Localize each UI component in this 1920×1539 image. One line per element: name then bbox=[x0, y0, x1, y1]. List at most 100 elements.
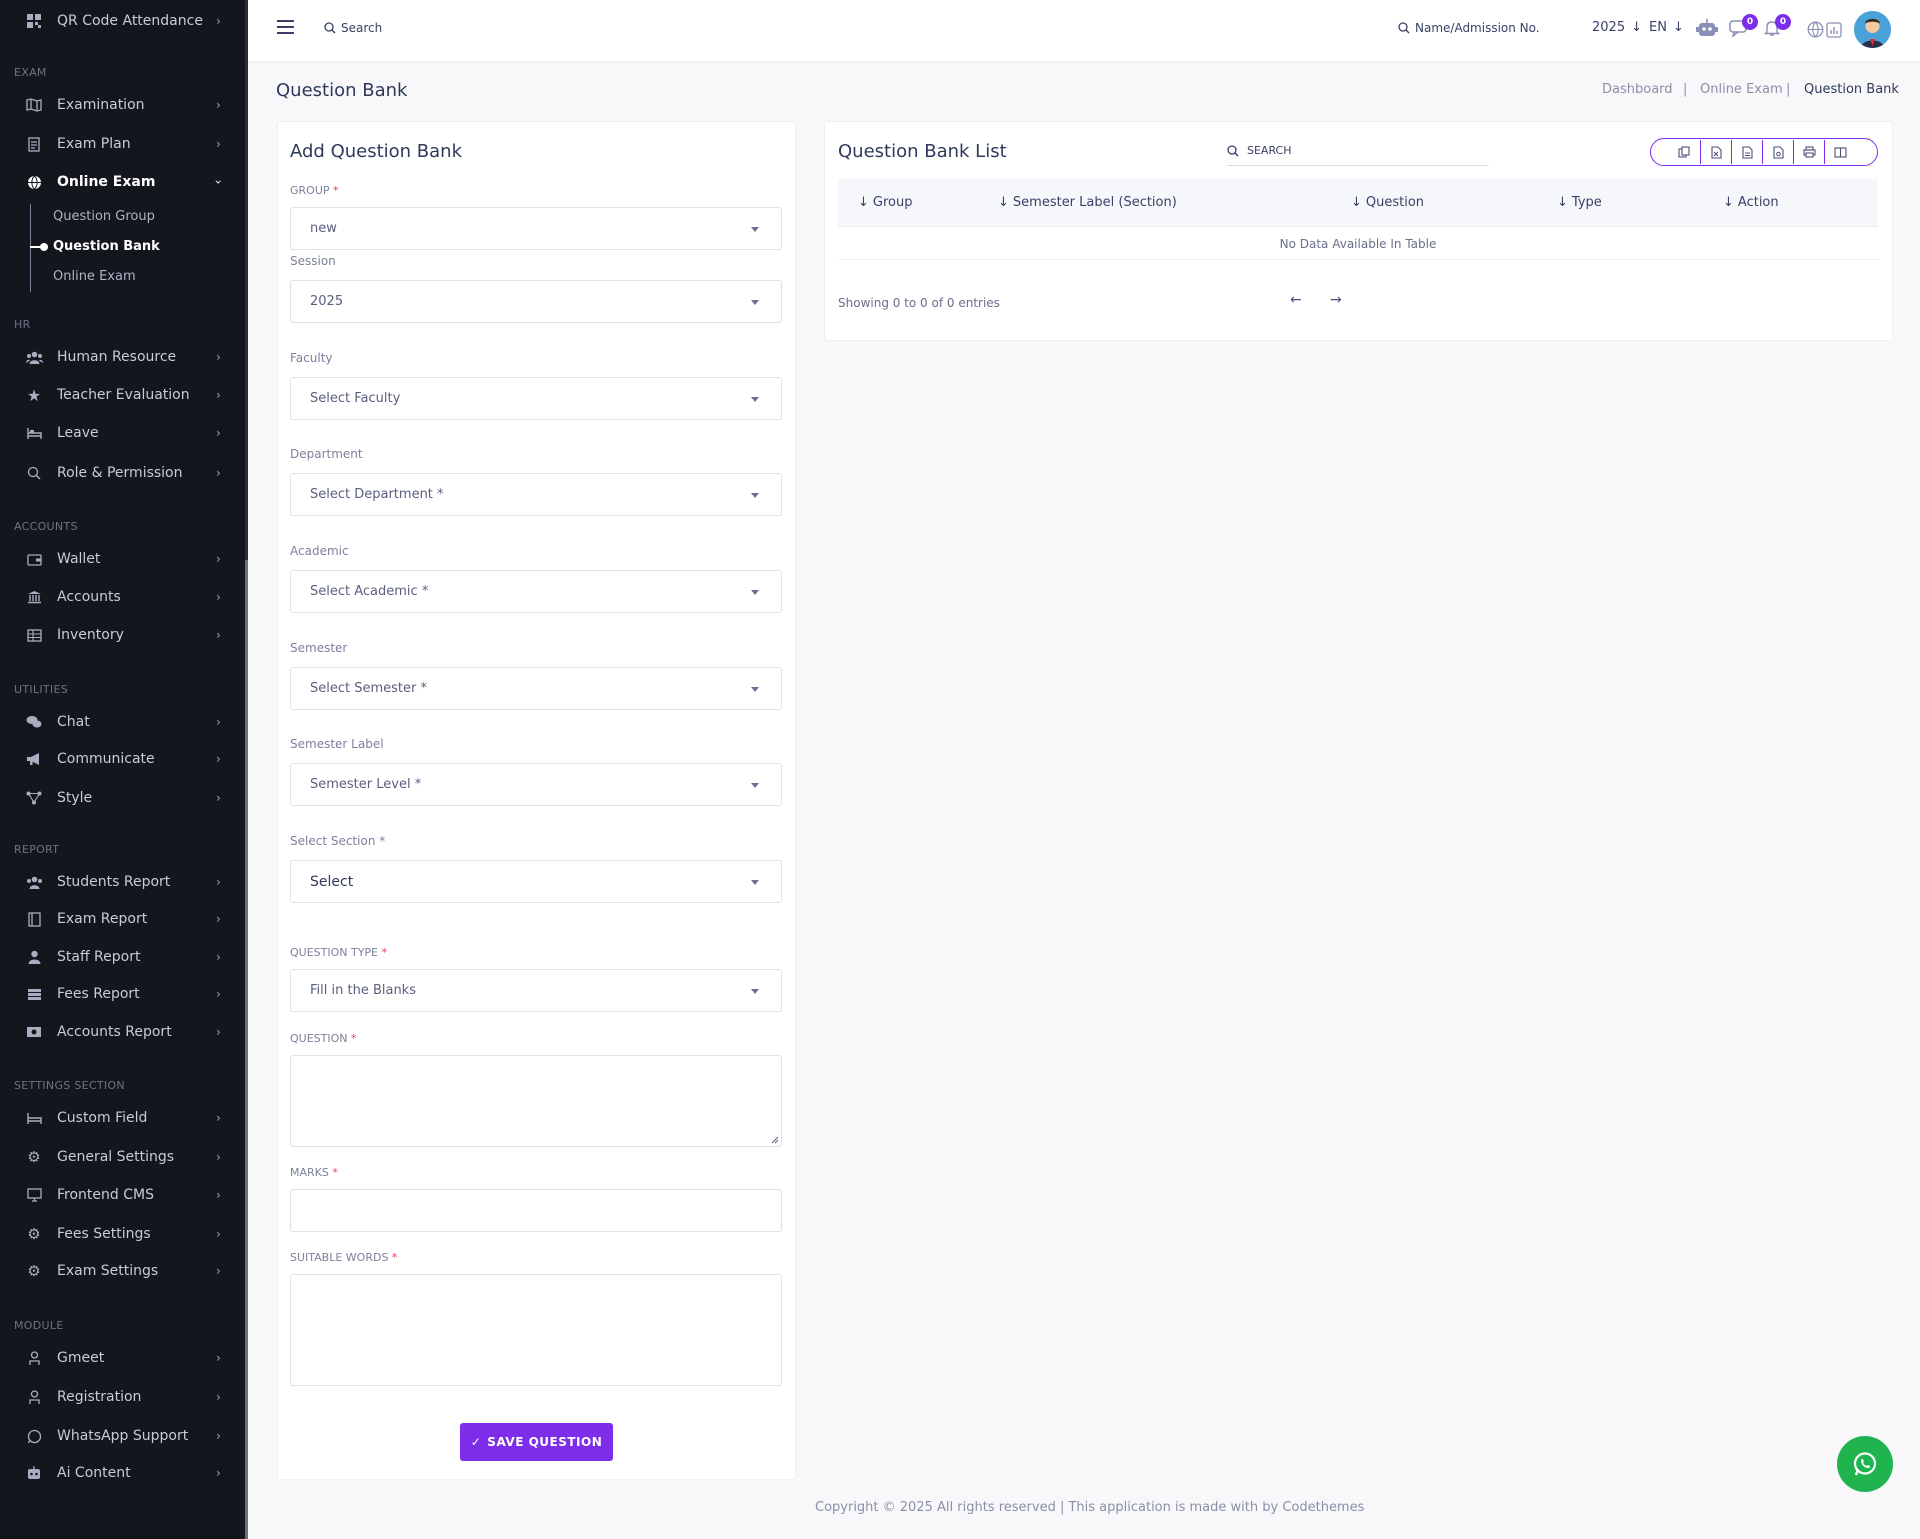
sidebar-item-custom-field[interactable]: Custom Field › bbox=[0, 1103, 245, 1133]
ai-robot-icon[interactable] bbox=[1696, 18, 1718, 38]
book-icon bbox=[25, 910, 43, 928]
resize-handle-icon[interactable] bbox=[771, 1136, 779, 1144]
sidebar-item-communicate[interactable]: Communicate › bbox=[0, 744, 245, 774]
caret-down-icon bbox=[751, 493, 759, 498]
year-selector[interactable]: 2025 ↓ bbox=[1592, 20, 1642, 35]
csv-icon[interactable] bbox=[1731, 140, 1762, 164]
avatar[interactable] bbox=[1854, 11, 1891, 48]
semester-select-value: Select Semester * bbox=[310, 681, 427, 696]
hamburger-menu-icon[interactable] bbox=[277, 20, 294, 34]
chevron-right-icon: › bbox=[216, 715, 221, 729]
sidebar-item-role-permission[interactable]: Role & Permission › bbox=[0, 458, 245, 488]
copy-icon[interactable] bbox=[1668, 140, 1699, 164]
sidebar-item-chat[interactable]: Chat › bbox=[0, 707, 245, 737]
question-type-select[interactable]: Fill in the Blanks bbox=[290, 969, 782, 1012]
group-select[interactable]: new bbox=[290, 207, 782, 250]
globe-icon[interactable] bbox=[1807, 21, 1824, 38]
language-selector[interactable]: EN ↓ bbox=[1649, 20, 1684, 35]
save-question-button[interactable]: ✓ SAVE QUESTION bbox=[460, 1423, 613, 1461]
sidebar-item-fees-report[interactable]: Fees Report › bbox=[0, 979, 245, 1009]
sidebar-item-whatsapp-support[interactable]: WhatsApp Support › bbox=[0, 1421, 245, 1451]
whatsapp-chat-button[interactable] bbox=[1837, 1436, 1893, 1492]
sidebar-item-general-settings[interactable]: ⚙ General Settings › bbox=[0, 1142, 245, 1172]
save-question-label: SAVE QUESTION bbox=[487, 1435, 603, 1449]
pagination-previous-icon[interactable]: ← bbox=[1290, 292, 1302, 308]
list-icon bbox=[25, 985, 43, 1003]
department-select[interactable]: Select Department * bbox=[290, 473, 782, 516]
whatsapp-icon bbox=[1851, 1450, 1879, 1478]
faculty-select[interactable]: Select Faculty bbox=[290, 377, 782, 420]
section-label: Select Section * bbox=[290, 834, 386, 848]
student-search[interactable]: Name/Admission No. bbox=[1398, 21, 1540, 35]
section-select[interactable]: Select bbox=[290, 860, 782, 903]
sidebar-subitem-question-group[interactable]: Question Group bbox=[53, 209, 155, 224]
empty-table-text: No Data Available In Table bbox=[1279, 236, 1437, 251]
sidebar-item-accounts[interactable]: Accounts › bbox=[0, 582, 245, 612]
sidebar-item-leave[interactable]: Leave › bbox=[0, 418, 245, 448]
sidebar-item-qr-code-attendance[interactable]: QR Code Attendance › bbox=[0, 6, 245, 36]
sidebar-subitem-question-bank[interactable]: Question Bank bbox=[53, 239, 160, 254]
sidebar-item-staff-report[interactable]: Staff Report › bbox=[0, 942, 245, 972]
star-icon: ★ bbox=[26, 385, 42, 405]
column-header-semester-label[interactable]: ↓ Semester Label (Section) bbox=[998, 195, 1177, 210]
sidebar-item-registration[interactable]: Registration › bbox=[0, 1382, 245, 1412]
pagination-next-icon[interactable]: → bbox=[1330, 292, 1342, 308]
sort-arrow-icon: ↓ bbox=[1723, 195, 1734, 210]
sidebar-item-wallet[interactable]: Wallet › bbox=[0, 544, 245, 574]
column-header-action[interactable]: ↓ Action bbox=[1723, 195, 1779, 210]
column-header-question[interactable]: ↓ Question bbox=[1351, 195, 1424, 210]
analytics-icon[interactable] bbox=[1826, 22, 1842, 38]
print-icon[interactable] bbox=[1793, 140, 1824, 164]
question-textarea[interactable] bbox=[290, 1055, 782, 1147]
breadcrumb-online-exam[interactable]: Online Exam bbox=[1700, 82, 1783, 97]
semester-label-select-value: Semester Level * bbox=[310, 777, 422, 792]
column-header-type[interactable]: ↓ Type bbox=[1557, 195, 1602, 210]
semester-select[interactable]: Select Semester * bbox=[290, 667, 782, 710]
sidebar-scrollbar-thumb[interactable] bbox=[245, 560, 248, 1539]
question-type-label: QUESTION TYPE * bbox=[290, 946, 387, 959]
academic-label: Academic bbox=[290, 544, 349, 558]
marks-input[interactable] bbox=[290, 1189, 782, 1232]
sidebar-item-examination[interactable]: Examination › bbox=[0, 90, 245, 120]
sidebar-item-online-exam[interactable]: Online Exam › bbox=[0, 167, 245, 197]
academic-select[interactable]: Select Academic * bbox=[290, 570, 782, 613]
session-select[interactable]: 2025 bbox=[290, 280, 782, 323]
sidebar-item-accounts-report[interactable]: Accounts Report › bbox=[0, 1017, 245, 1047]
sidebar-item-teacher-evaluation[interactable]: ★ Teacher Evaluation › bbox=[0, 380, 245, 410]
sidebar-item-style[interactable]: Style › bbox=[0, 783, 245, 813]
sidebar-item-exam-report[interactable]: Exam Report › bbox=[0, 904, 245, 934]
sidebar-item-exam-settings[interactable]: ⚙ Exam Settings › bbox=[0, 1256, 245, 1286]
sidebar-item-label: Staff Report bbox=[57, 949, 141, 965]
sidebar-item-gmeet[interactable]: Gmeet › bbox=[0, 1343, 245, 1373]
sidebar-item-exam-plan[interactable]: Exam Plan › bbox=[0, 129, 245, 159]
semester-label-select[interactable]: Semester Level * bbox=[290, 763, 782, 806]
session-select-value: 2025 bbox=[310, 294, 344, 309]
sidebar-subitem-online-exam[interactable]: Online Exam bbox=[53, 269, 136, 284]
suitable-words-textarea[interactable] bbox=[290, 1274, 782, 1386]
search-icon bbox=[1398, 22, 1410, 34]
chevron-right-icon: › bbox=[216, 1351, 221, 1365]
question-type-label-text: QUESTION TYPE bbox=[290, 946, 379, 959]
columns-icon[interactable] bbox=[1824, 140, 1855, 164]
pdf-icon[interactable] bbox=[1762, 140, 1793, 164]
sidebar-section-report: REPORT bbox=[14, 843, 60, 856]
chevron-right-icon: › bbox=[216, 426, 221, 440]
sidebar-item-inventory[interactable]: Inventory › bbox=[0, 620, 245, 650]
excel-icon[interactable] bbox=[1700, 140, 1731, 164]
sidebar-item-label: QR Code Attendance bbox=[57, 13, 203, 29]
sidebar-item-ai-content[interactable]: Ai Content › bbox=[0, 1458, 245, 1488]
sidebar-item-human-resource[interactable]: Human Resource › bbox=[0, 342, 245, 372]
breadcrumb-dashboard[interactable]: Dashboard bbox=[1602, 82, 1673, 97]
sidebar-item-label: Registration bbox=[57, 1389, 142, 1405]
sidebar-item-label: Leave bbox=[57, 425, 99, 441]
column-header-label: Group bbox=[872, 195, 913, 210]
column-header-group[interactable]: ↓ Group bbox=[858, 195, 912, 210]
sidebar-item-students-report[interactable]: Students Report › bbox=[0, 867, 245, 897]
footer-copyright: Copyright © 2025 All rights reserved | T… bbox=[815, 1500, 1365, 1515]
sidebar-item-frontend-cms[interactable]: Frontend CMS › bbox=[0, 1180, 245, 1210]
sidebar-item-label: Gmeet bbox=[57, 1350, 105, 1366]
global-search[interactable]: Search bbox=[324, 21, 382, 35]
list-search-input[interactable]: SEARCH bbox=[1227, 136, 1489, 166]
sidebar-item-fees-settings[interactable]: ⚙ Fees Settings › bbox=[0, 1219, 245, 1249]
caret-down-icon bbox=[751, 227, 759, 232]
